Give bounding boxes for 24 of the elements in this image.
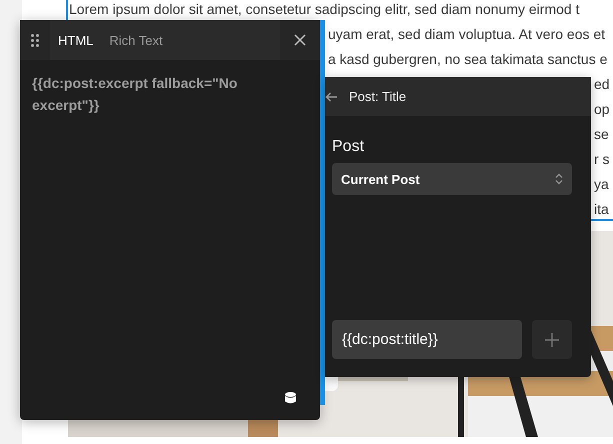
close-icon <box>294 34 306 46</box>
back-button[interactable] <box>325 92 337 102</box>
code-text[interactable]: {{dc:post:excerpt fallback="No excerpt"}} <box>32 72 272 116</box>
database-icon[interactable] <box>285 392 296 404</box>
paragraph-text: se <box>594 126 609 142</box>
paragraph-text: uyam erat, sed diam voluptua. At vero eos et <box>328 26 606 42</box>
paragraph-text: ed <box>594 76 610 92</box>
back-arrow-icon <box>325 92 337 102</box>
input-field[interactable]: {{dc:post:title}} <box>332 320 522 359</box>
editor-tab[interactable]: Rich Text <box>101 20 171 60</box>
close-button[interactable] <box>280 20 320 60</box>
panel-title: Post: Title <box>349 89 406 104</box>
paragraph-text: op <box>594 101 610 117</box>
field-label: Post <box>332 138 366 156</box>
paragraph-text: Lorem ipsum dolor sit amet, consetetur sadipscing elitr, sed diam nonumy eirmod t <box>69 1 580 17</box>
paragraph-text: ya <box>594 176 609 192</box>
paragraph-text: ita <box>594 201 609 217</box>
post-select[interactable]: Current Post <box>332 163 572 195</box>
editor-tab[interactable]: HTML <box>50 20 102 60</box>
drag-handle-icon[interactable] <box>31 34 39 46</box>
plus-icon <box>545 332 559 346</box>
up-down-caret-icon <box>555 173 563 185</box>
paragraph-text: a kasd gubergren, no sea takimata sanctus e <box>328 51 608 67</box>
paragraph-text: r s <box>594 151 610 167</box>
